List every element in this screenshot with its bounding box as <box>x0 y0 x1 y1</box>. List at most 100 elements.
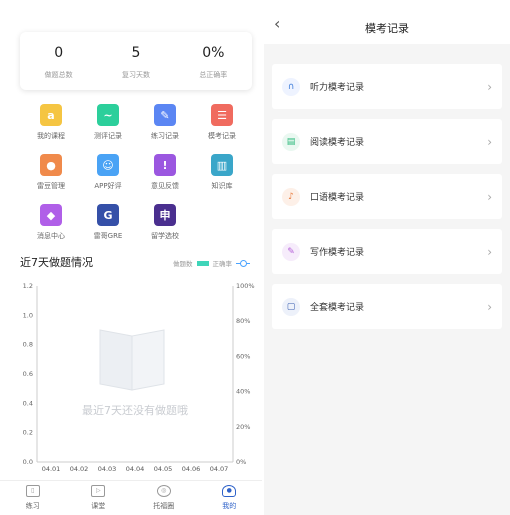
document-icon: ▤ <box>282 132 300 151</box>
y-tick-label: 0.4 <box>23 399 33 407</box>
grid-item-label: 知识库 <box>211 182 233 190</box>
chart-title: 近7天做题情况 <box>20 256 93 269</box>
legend-line-label: 正确率 <box>212 260 233 268</box>
record-row-label: 写作模考记录 <box>310 248 365 258</box>
grid-item-label: 意见反馈 <box>151 182 179 190</box>
y2-tick-label: 0% <box>236 458 246 466</box>
x-tick-label: 04.05 <box>154 465 173 473</box>
stat-total-questions[interactable]: 0 做题总数 <box>20 32 97 90</box>
y-tick-label: 1.0 <box>23 311 33 319</box>
record-row[interactable]: ▢ 全套模考记录 › <box>272 284 502 329</box>
legend-bar-label: 做题数 <box>173 260 193 268</box>
tab-label: 练习 <box>25 502 40 510</box>
weekly-chart: 0.0 0.2 0.4 0.6 0.8 1.0 1.2 0% 20% 40% 60% 80% 100% 0… <box>23 282 255 473</box>
grid-item[interactable]: ● 雷豆管理 <box>22 154 80 191</box>
user-tab-icon: ● <box>222 485 237 497</box>
tab-label: 托福圈 <box>153 502 175 510</box>
x-tick-label: 04.07 <box>210 465 229 473</box>
y-tick-label: 0.6 <box>23 370 33 378</box>
stat-label: 复习天数 <box>121 71 150 79</box>
pencil-icon: ✎ <box>282 242 300 261</box>
tab-toefl-circle[interactable]: ◎ 托福圈 <box>131 481 197 515</box>
school-icon: 申 <box>154 204 176 226</box>
empty-state-text: 最近7天还没有做题哦 <box>82 403 188 417</box>
stat-accuracy[interactable]: 0% 总正确率 <box>175 32 252 90</box>
y-tick-label: 0.8 <box>23 341 33 349</box>
y-tick-label: 0.0 <box>23 458 33 466</box>
grid-item-label: 留学选校 <box>151 232 179 240</box>
grid-item-label: 我的课程 <box>37 132 65 140</box>
grid-item[interactable]: ! 意见反馈 <box>136 154 194 191</box>
tab-label: 我的 <box>222 502 237 510</box>
grid-item[interactable]: ◆ 消息中心 <box>22 204 80 241</box>
stat-label: 总正确率 <box>199 71 228 79</box>
legend-line-marker <box>236 260 250 267</box>
record-row-label: 全套模考记录 <box>310 303 365 313</box>
circle-tab-icon: ◎ <box>156 485 171 497</box>
legend-bar-swatch <box>196 260 209 266</box>
gre-icon: G <box>97 204 119 226</box>
practice-tab-icon: ▯ <box>25 485 40 497</box>
grid-item-label: APP好评 <box>94 182 122 190</box>
record-row[interactable]: ✎ 写作模考记录 › <box>272 229 502 274</box>
bean-icon: ● <box>40 154 62 176</box>
grid-item-label: 消息中心 <box>37 232 65 240</box>
tab-classroom[interactable]: ▷ 课堂 <box>66 481 132 515</box>
stat-label: 做题总数 <box>44 71 73 79</box>
profile-screen: 0 做题总数 5 复习天数 0% 总正确率 a 我的课程 ~ 测评记录 ✎ 练习记录 ☰ 模考… <box>0 0 262 515</box>
x-tick-label: 04.02 <box>70 465 89 473</box>
mock-records-screen: ‹ 模考记录 ∩ 听力模考记录 › ▤ 阅读模考记录 › ♪ 口语模考记录 › ✎ 写作模考记录 › ▢… <box>264 0 510 515</box>
mock-icon: ☰ <box>211 104 233 126</box>
chart-legend: 做题数 正确率 <box>173 258 250 268</box>
bell-icon: ◆ <box>40 204 62 226</box>
x-tick-label: 04.01 <box>42 465 61 473</box>
grid-item[interactable]: ✎ 练习记录 <box>136 104 194 141</box>
x-tick-label: 04.03 <box>98 465 117 473</box>
grid-item[interactable]: a 我的课程 <box>22 104 80 141</box>
record-row-label: 听力模考记录 <box>310 83 365 93</box>
microphone-icon: ♪ <box>282 187 300 206</box>
y2-tick-label: 100% <box>236 282 255 290</box>
grid-item-label: 测评记录 <box>94 132 122 140</box>
grid-item-label: 模考记录 <box>208 132 236 140</box>
grid-item-label: 练习记录 <box>151 132 179 140</box>
y-tick-label: 0.2 <box>23 429 33 437</box>
smile-icon: ☺ <box>97 154 119 176</box>
y2-tick-label: 20% <box>236 423 250 431</box>
record-row[interactable]: ♪ 口语模考记录 › <box>272 174 502 219</box>
stat-value: 5 <box>131 45 141 61</box>
record-row-label: 阅读模考记录 <box>310 138 365 148</box>
book-icon <box>99 329 133 391</box>
stat-value: 0 <box>54 45 64 61</box>
chevron-right-icon: › <box>487 79 492 94</box>
chevron-right-icon: › <box>487 299 492 314</box>
y2-tick-label: 80% <box>236 317 250 325</box>
y-tick-label: 1.2 <box>23 282 33 290</box>
practice-icon: ✎ <box>154 104 176 126</box>
grid-item[interactable]: ☺ APP好评 <box>79 154 137 191</box>
record-row[interactable]: ∩ 听力模考记录 › <box>272 64 502 109</box>
grid-item[interactable]: 申留学选校 <box>136 204 194 241</box>
grid-item[interactable]: G 雷哥GRE <box>79 204 137 241</box>
chevron-right-icon: › <box>487 189 492 204</box>
record-row[interactable]: ▤ 阅读模考记录 › <box>272 119 502 164</box>
stat-review-days[interactable]: 5 复习天数 <box>97 32 174 90</box>
x-tick-label: 04.04 <box>126 465 145 473</box>
y2-tick-label: 60% <box>236 352 250 360</box>
x-tick-label: 04.06 <box>182 465 201 473</box>
grid-item[interactable]: ▥ 知识库 <box>193 154 251 191</box>
chevron-right-icon: › <box>487 134 492 149</box>
page-title: 模考记录 <box>365 22 409 35</box>
feedback-icon: ! <box>154 154 176 176</box>
y2-tick-label: 40% <box>236 388 250 396</box>
grid-item-label: 雷豆管理 <box>37 182 65 190</box>
book-icon: ▢ <box>282 297 300 316</box>
record-row-label: 口语模考记录 <box>310 193 365 203</box>
nav-header: ‹ 模考记录 <box>264 0 510 44</box>
tab-practice[interactable]: ▯ 练习 <box>0 481 66 515</box>
grid-item[interactable]: ~ 测评记录 <box>79 104 137 141</box>
grid-item[interactable]: ☰ 模考记录 <box>193 104 251 141</box>
tab-mine[interactable]: ● 我的 <box>197 481 263 515</box>
tab-label: 课堂 <box>91 502 106 510</box>
stat-value: 0% <box>202 45 225 61</box>
